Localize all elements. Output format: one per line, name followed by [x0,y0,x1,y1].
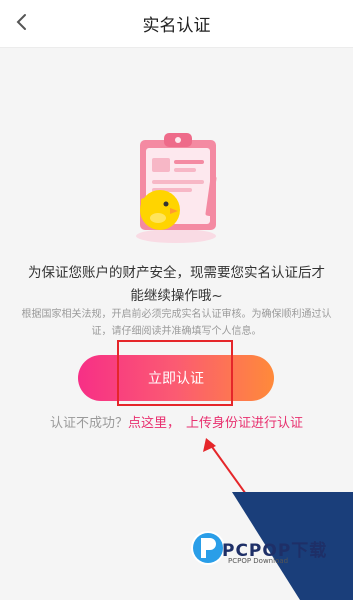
chevron-left-icon [16,14,26,30]
top-bar: 实名认证 [0,0,353,48]
help-question: 认证不成功？ [49,416,128,431]
upload-id-link[interactable]: 上传身份证进行认证 [186,416,303,431]
watermark-subtitle: PCPOP Download [228,557,289,565]
legal-note: 根据国家相关法规，开启前必须完成实名认证审核。为确保顺利通过认证，请仔细阅读并准… [21,309,332,337]
verify-now-button[interactable]: 立即认证 [78,355,274,401]
page-title: 实名认证 [142,16,211,36]
verification-description: 为保证您账户的财产安全，现需要您实名认证后才能继续操作哦~ [28,265,325,304]
click-here-link[interactable]: 点这里， [128,416,180,431]
help-line: 认证不成功？点这里， 上传身份证进行认证 [20,412,333,431]
back-button[interactable] [6,6,38,38]
clipboard-with-chick-illustration [136,133,217,243]
